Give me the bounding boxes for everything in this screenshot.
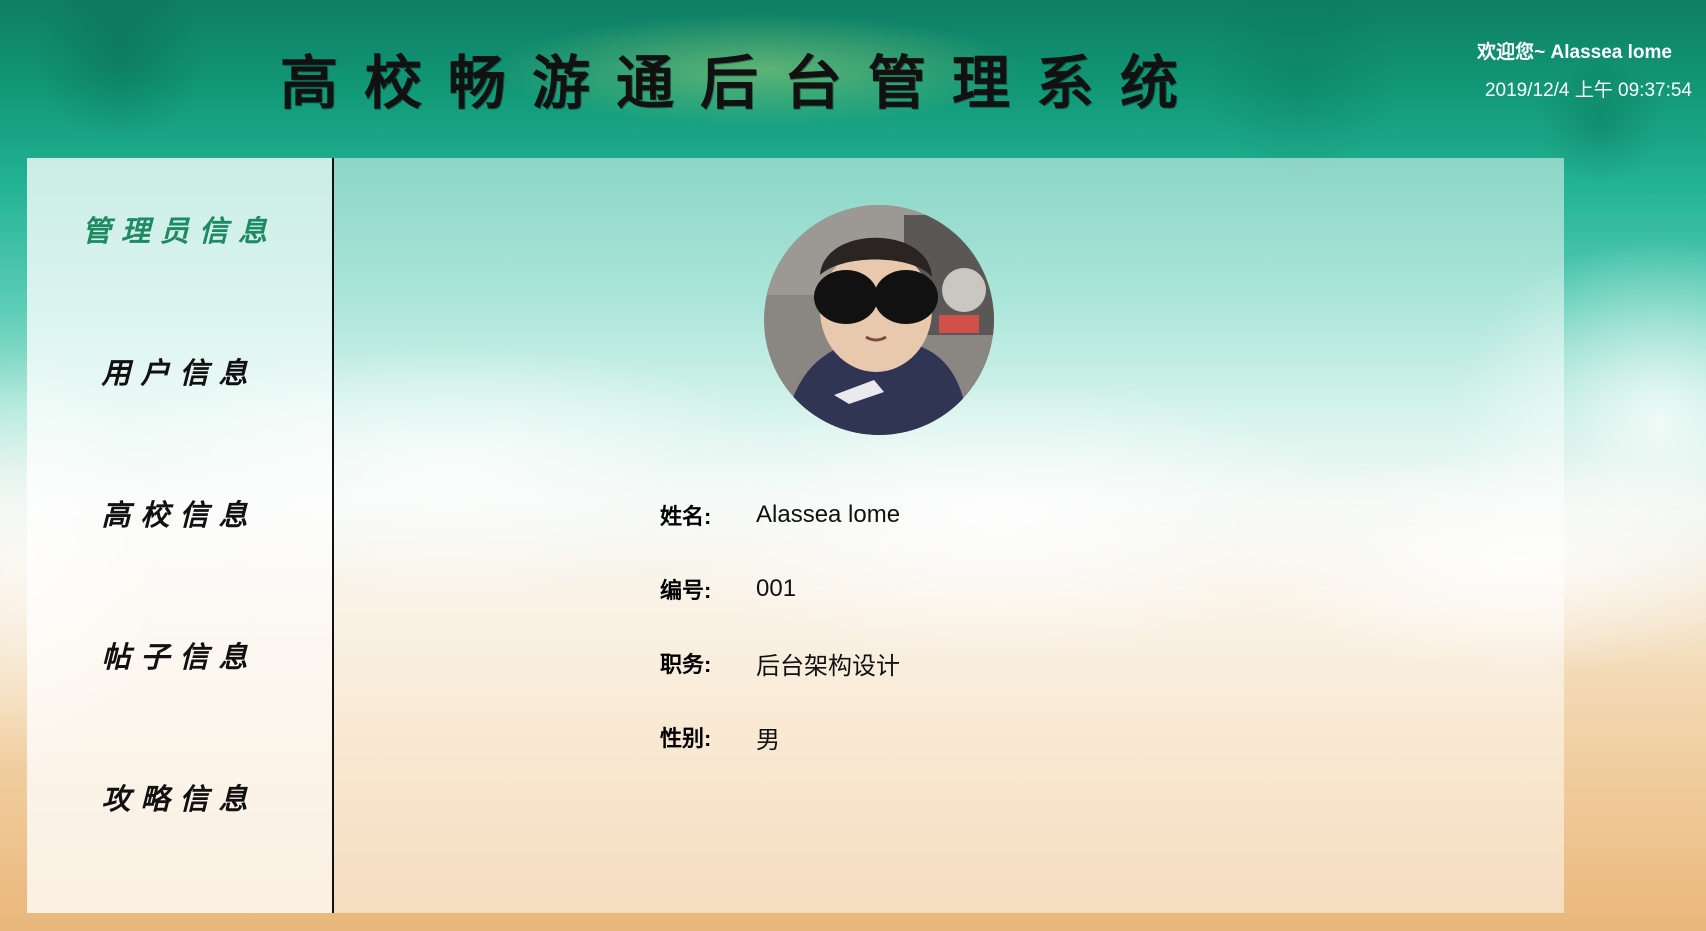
profile-row-name: 姓名: Alassea lome (660, 478, 900, 552)
gender-value: 男 (756, 726, 780, 754)
username: Alassea lome (1550, 42, 1672, 63)
admin-profile: 姓名: Alassea lome 编号: 001 职务: 后台架构设计 性别: … (334, 158, 1564, 913)
sidebar-item-guide-info[interactable]: 攻略信息 (27, 726, 332, 868)
app-root: 高校畅游通后台管理系统 欢迎您~ Alassea lome 2019/12/4 … (0, 0, 1706, 931)
name-value: Alassea lome (756, 501, 901, 528)
sidebar-item-college-info[interactable]: 高校信息 (27, 442, 332, 584)
current-datetime: 2019/12/4 上午 09:37:54 (1484, 80, 1692, 101)
sidebar-item-post-info[interactable]: 帖子信息 (27, 584, 332, 726)
profile-row-position: 职务: 后台架构设计 (660, 626, 900, 700)
profile-row-id: 编号: 001 (660, 552, 900, 626)
profile-details: 姓名: Alassea lome 编号: 001 职务: 后台架构设计 性别: … (660, 478, 900, 774)
avatar-photo (764, 205, 994, 435)
welcome-line: 欢迎您~ Alassea lome (1477, 40, 1672, 66)
profile-row-gender: 性别: 男 (660, 700, 900, 774)
sidebar-menu: 管理员信息 用户信息 高校信息 帖子信息 攻略信息 (27, 158, 332, 868)
site-title: 高校畅游通后台管理系统 (280, 49, 1205, 117)
avatar (764, 205, 994, 435)
user-info: 欢迎您~ Alassea lome 2019/12/4 上午 09:37:54 (1477, 40, 1692, 104)
sidebar: 管理员信息 用户信息 高校信息 帖子信息 攻略信息 (27, 158, 334, 913)
gender-label: 性别: (660, 726, 712, 751)
sidebar-item-user-info[interactable]: 用户信息 (27, 300, 332, 442)
id-value: 001 (756, 575, 797, 602)
id-label: 编号: (660, 578, 712, 603)
position-value: 后台架构设计 (756, 652, 900, 680)
welcome-prefix: 欢迎您~ (1477, 42, 1546, 63)
position-label: 职务: (660, 652, 712, 677)
main-panel: 管理员信息 用户信息 高校信息 帖子信息 攻略信息 姓名: Alassea lo… (27, 158, 1564, 913)
name-label: 姓名: (660, 504, 712, 529)
sidebar-item-admin-info[interactable]: 管理员信息 (27, 158, 332, 300)
